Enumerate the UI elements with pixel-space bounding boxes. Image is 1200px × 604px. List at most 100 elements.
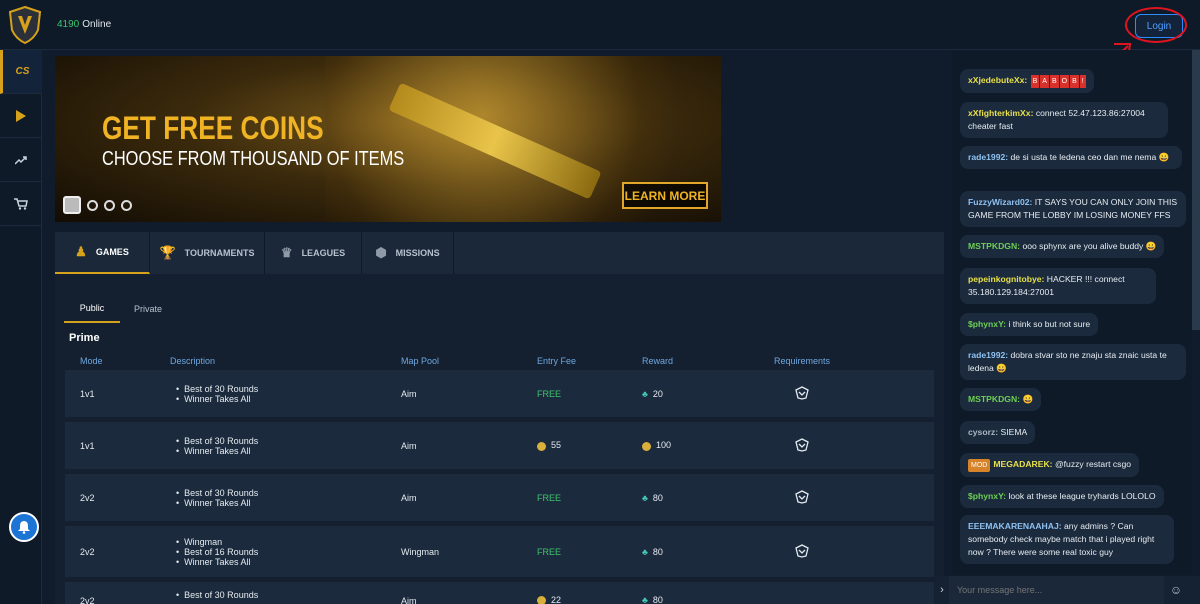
chat-username[interactable]: $phynxY: bbox=[968, 491, 1006, 501]
reward-value: 100 bbox=[656, 440, 672, 451]
row-description: Wingman Best of 16 Rounds Winner Takes A… bbox=[170, 537, 401, 567]
chat-message: xXfighterkimXx: connect 52.47.123.86:270… bbox=[960, 102, 1168, 138]
chat-message: $phynxY: i think so but not sure bbox=[960, 313, 1099, 336]
tab-games[interactable]: ♟ GAMES bbox=[55, 232, 150, 274]
chat-text: i think so but not sure bbox=[1008, 319, 1091, 329]
chat-username[interactable]: rade1992: bbox=[968, 152, 1008, 162]
desc-item: Wingman bbox=[170, 537, 401, 547]
games-panel: Public Private Prime Mode Description Ma… bbox=[55, 274, 944, 604]
emoji-icon[interactable]: ☺ bbox=[1164, 583, 1188, 597]
chat-text: 😀 bbox=[1022, 394, 1034, 404]
tab-label: LEAGUES bbox=[301, 248, 346, 258]
site-logo[interactable] bbox=[8, 6, 42, 44]
chevron-right-icon[interactable]: › bbox=[935, 584, 949, 596]
chat-badge: B bbox=[1070, 75, 1079, 88]
sidebar-item-play[interactable] bbox=[0, 94, 42, 138]
mod-badge: MOD bbox=[968, 459, 991, 472]
row-reward: ♣ 20 bbox=[642, 389, 747, 399]
row-reward: ♣ 80 bbox=[642, 590, 747, 604]
chat-message: rade1992: dobra stvar sto ne znaju sta z… bbox=[960, 344, 1186, 380]
carousel-dot-2[interactable] bbox=[87, 199, 98, 211]
carousel-dot-1[interactable] bbox=[63, 196, 81, 214]
rank-badge-icon bbox=[795, 385, 809, 400]
chat-message: FuzzyWizard02: IT SAYS YOU CAN ONLY JOIN… bbox=[960, 191, 1186, 227]
carousel-dot-3[interactable] bbox=[104, 199, 115, 211]
csgo-icon: CS bbox=[15, 66, 30, 77]
row-description: Best of 30 Rounds Winner Takes All bbox=[170, 384, 401, 404]
table-row[interactable]: 1v1 Best of 30 Rounds Winner Takes All A… bbox=[65, 370, 934, 417]
reward-value: 80 bbox=[652, 492, 663, 503]
tab-private[interactable]: Private bbox=[120, 294, 176, 323]
table-row[interactable]: 2v2 Best of 30 Rounds Aim 22 ♣ 80 bbox=[65, 582, 934, 604]
desc-item: Best of 30 Rounds bbox=[170, 488, 401, 498]
header-entry-fee: Entry Fee bbox=[537, 356, 577, 366]
rank-badge-icon bbox=[795, 437, 809, 452]
crown-icon: ♛ bbox=[280, 245, 293, 260]
chat-scrollbar[interactable] bbox=[1192, 50, 1200, 330]
row-fee: FREE bbox=[537, 492, 562, 503]
tab-leagues[interactable]: ♛ LEAGUES bbox=[265, 232, 362, 274]
header-mode: Mode bbox=[80, 356, 103, 366]
section-title: Prime bbox=[69, 332, 100, 344]
coin-icon bbox=[642, 441, 651, 451]
table-row[interactable]: 2v2 Best of 30 Rounds Winner Takes All A… bbox=[65, 474, 934, 521]
row-requirements bbox=[747, 543, 857, 560]
banner-title: GET FREE COINS bbox=[102, 110, 324, 146]
chat-username[interactable]: xXfighterkimXx: bbox=[968, 108, 1033, 118]
bell-icon bbox=[18, 521, 30, 534]
chat-message-input[interactable] bbox=[949, 576, 1164, 604]
tab-missions[interactable]: ⬢ MISSIONS bbox=[362, 232, 454, 274]
chat-badge: O bbox=[1059, 75, 1070, 88]
chat-badge: A bbox=[1040, 75, 1049, 88]
table-row[interactable]: 1v1 Best of 30 Rounds Winner Takes All A… bbox=[65, 422, 934, 469]
row-requirements bbox=[747, 385, 857, 402]
chat-message: $phynxY: look at these league tryhards L… bbox=[960, 485, 1164, 508]
chat-username[interactable]: cysorz: bbox=[968, 427, 998, 437]
reward-value: 20 bbox=[652, 388, 663, 399]
chat-username[interactable]: $phynxY: bbox=[968, 319, 1006, 329]
sidebar-item-cart[interactable] bbox=[0, 182, 42, 226]
row-map: Wingman bbox=[401, 546, 440, 557]
rank-badge-icon bbox=[795, 489, 809, 504]
chat-username[interactable]: MEGADAREK: bbox=[993, 459, 1052, 469]
chat-text: de si usta te ledena ceo dan me nema 😀 bbox=[1010, 152, 1170, 162]
row-reward: ♣ 80 bbox=[642, 547, 747, 557]
row-fee: FREE bbox=[537, 546, 562, 557]
carousel-dot-4[interactable] bbox=[121, 199, 132, 211]
joystick-icon: ♟ bbox=[75, 244, 87, 259]
chat-username[interactable]: xXjedebuteXx: bbox=[968, 75, 1027, 85]
online-counter: 4190 Online bbox=[57, 19, 111, 30]
trending-icon bbox=[15, 155, 27, 165]
header-reward: Reward bbox=[642, 356, 674, 366]
chat-username[interactable]: MSTPKDGN: bbox=[968, 241, 1020, 251]
tab-public[interactable]: Public bbox=[64, 294, 120, 323]
sidebar-item-trending[interactable] bbox=[0, 138, 42, 182]
desc-item: Best of 30 Rounds bbox=[170, 436, 401, 446]
chat-text: look at these league tryhards LOLOLO bbox=[1008, 491, 1156, 501]
desc-item: Winner Takes All bbox=[170, 446, 401, 456]
desc-item: Winner Takes All bbox=[170, 498, 401, 508]
chat-username[interactable]: EEEMAKARENAAHAJ: bbox=[968, 521, 1062, 531]
chat-username[interactable]: pepeinkognitobye: bbox=[968, 274, 1044, 284]
promo-banner[interactable]: GET FREE COINS CHOOSE FROM THOUSAND OF I… bbox=[55, 56, 721, 222]
tab-tournaments[interactable]: 🏆 TOURNAMENTS bbox=[150, 232, 265, 274]
chat-username[interactable]: rade1992: bbox=[968, 350, 1008, 360]
chat-message: MOD MEGADAREK: @fuzzy restart csgo bbox=[960, 453, 1140, 477]
top-bar: 4190 Online Login bbox=[0, 0, 1200, 50]
reward-value: 80 bbox=[652, 546, 663, 557]
row-map: Aim bbox=[401, 440, 417, 451]
row-map: Aim bbox=[401, 596, 417, 604]
coin-icon bbox=[537, 596, 546, 604]
desc-item: Best of 16 Rounds bbox=[170, 547, 401, 557]
sidebar-item-csgo[interactable]: CS bbox=[0, 50, 42, 94]
banner-subtitle: CHOOSE FROM THOUSAND OF ITEMS bbox=[102, 148, 405, 170]
chat-username[interactable]: MSTPKDGN: bbox=[968, 394, 1020, 404]
chat-username[interactable]: FuzzyWizard02: bbox=[968, 197, 1032, 207]
notification-bell-button[interactable] bbox=[9, 512, 39, 542]
row-description: Best of 30 Rounds bbox=[170, 590, 401, 600]
learn-more-button[interactable]: LEARN MORE bbox=[622, 182, 708, 209]
play-icon bbox=[16, 109, 26, 122]
table-row[interactable]: 2v2 Wingman Best of 16 Rounds Winner Tak… bbox=[65, 526, 934, 577]
row-description: Best of 30 Rounds Winner Takes All bbox=[170, 488, 401, 508]
row-mode: 1v1 bbox=[80, 440, 95, 451]
